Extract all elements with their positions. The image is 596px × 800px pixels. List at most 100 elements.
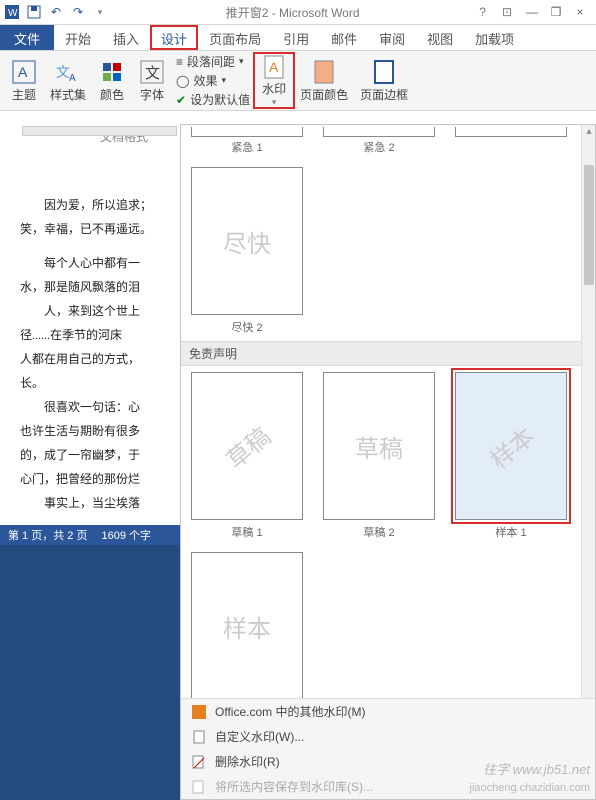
fonts-label: 字体 — [140, 86, 164, 103]
tab-references[interactable]: 引用 — [272, 25, 320, 50]
paragraph-spacing-button[interactable]: ≡段落间距▾ — [176, 53, 250, 70]
word-count[interactable]: 1609 个字 — [101, 527, 151, 543]
thumb-label: 草稿 1 — [191, 524, 303, 540]
menu-label: 将所选内容保存到水印库(S)... — [215, 778, 373, 795]
style-sets-button[interactable]: 文A 样式集 — [44, 53, 92, 108]
themes-icon: A — [10, 58, 38, 86]
tab-layout[interactable]: 页面布局 — [198, 25, 272, 50]
menu-office-watermarks[interactable]: Office.com 中的其他水印(M) — [181, 699, 595, 724]
svg-text:A: A — [18, 64, 28, 80]
fonts-icon: 文 — [138, 58, 166, 86]
remove-icon — [191, 754, 207, 770]
menu-label: 自定义水印(W)... — [215, 728, 304, 745]
svg-text:文: 文 — [145, 65, 160, 82]
doc-line: 人都在用自己的方式， — [20, 349, 174, 369]
source-watermark: jiaocheng.chazidian.com — [470, 782, 590, 794]
menu-label: Office.com 中的其他水印(M) — [215, 703, 365, 720]
doc-line: 的，成了一帘幽梦，于 — [20, 445, 174, 465]
svg-text:A: A — [69, 73, 76, 84]
thumb-cutoff[interactable] — [191, 127, 303, 137]
thumb-label: 紧急 1 — [191, 139, 303, 155]
tab-design[interactable]: 设计 — [150, 25, 198, 50]
document-body[interactable]: 因为爱，所以追求； 笑，幸福，已不再遥远。 每个人心中都有一 水，那是随风飘落的… — [0, 145, 180, 525]
fonts-button[interactable]: 文 字体 — [132, 53, 172, 108]
watermark-icon: A — [260, 54, 288, 80]
watermark-thumb-jinkuai2[interactable]: 尽快 — [191, 167, 303, 315]
ribbon-tabs: 文件 开始 插入 设计 页面布局 引用 邮件 审阅 视图 加载项 — [0, 25, 596, 51]
colors-button[interactable]: 颜色 — [92, 53, 132, 108]
thumb-label: 紧急 2 — [323, 139, 435, 155]
colors-icon — [98, 58, 126, 86]
doc-line: 心门，把曾经的那份烂 — [20, 469, 174, 489]
watermark-thumb-yangben2[interactable]: 样本 — [191, 552, 303, 700]
word-logo-icon: W — [4, 4, 20, 20]
gallery-section-header: 免责声明 — [181, 341, 595, 366]
watermark-button[interactable]: A 水印 ▾ — [254, 53, 294, 108]
doc-line: 水，那是随风飘落的泪 — [20, 277, 174, 297]
source-watermark: 往字 www.jb51.net — [483, 759, 590, 778]
watermark-thumb-caogao1[interactable]: 草稿 — [191, 372, 303, 520]
page-color-icon — [310, 58, 338, 86]
ribbon: A 主题 文A 样式集 颜色 文 字体 ≡段落间距▾ ◯效果▾ ✔设为默认值 A… — [0, 51, 596, 111]
doc-line: 也许生活与期盼有很多 — [20, 421, 174, 441]
thumb-label: 草稿 2 — [323, 524, 435, 540]
scroll-thumb[interactable] — [584, 165, 594, 285]
help-icon[interactable]: ? — [479, 5, 486, 19]
set-default-button[interactable]: ✔设为默认值 — [176, 91, 250, 108]
close-button[interactable]: × — [568, 5, 592, 19]
watermark-gallery: 紧急 1 紧急 2 尽快 尽快 2 免责声明 草稿 草稿 1 草稿 草稿 2 样… — [180, 124, 596, 800]
page-color-button[interactable]: 页面颜色 — [294, 53, 354, 108]
gallery-scrollbar[interactable]: ▴ ▾ — [581, 125, 595, 715]
qat-dropdown-icon[interactable]: ▾ — [92, 4, 108, 20]
tab-view[interactable]: 视图 — [416, 25, 464, 50]
effects-icon: ◯ — [176, 74, 189, 88]
minimize-button[interactable]: — — [520, 5, 544, 19]
menu-label: 删除水印(R) — [215, 753, 280, 770]
themes-button[interactable]: A 主题 — [4, 53, 44, 108]
undo-icon[interactable]: ↶ — [48, 4, 64, 20]
dropdown-icon: ▾ — [272, 97, 277, 108]
tab-home[interactable]: 开始 — [54, 25, 102, 50]
page-borders-icon — [370, 58, 398, 86]
doc-line: 因为爱，所以追求； — [20, 195, 174, 215]
page-indicator[interactable]: 第 1 页，共 2 页 — [8, 527, 87, 543]
colors-label: 颜色 — [100, 86, 124, 103]
tab-addins[interactable]: 加载项 — [464, 25, 525, 50]
thumb-label: 样本 1 — [455, 524, 567, 540]
touch-mode-icon[interactable]: ⊡ — [502, 5, 512, 19]
doc-line: 很喜欢一句话：心 — [20, 397, 174, 417]
redo-icon[interactable]: ↷ — [70, 4, 86, 20]
thumb-cutoff[interactable] — [323, 127, 435, 137]
menu-custom-watermark[interactable]: 自定义水印(W)... — [181, 724, 595, 749]
tab-review[interactable]: 审阅 — [368, 25, 416, 50]
style-sets-icon: 文A — [54, 58, 82, 86]
watermark-preview-text: 草稿 — [355, 429, 403, 464]
status-bar: 第 1 页，共 2 页 1609 个字 — [0, 525, 180, 545]
doc-line: 笑，幸福，已不再遥远。 — [20, 219, 174, 239]
spacing-icon: ≡ — [176, 55, 183, 69]
title-bar: W ↶ ↷ ▾ 推开窗2 - Microsoft Word ? ⊡ — ❐ × — [0, 0, 596, 25]
restore-button[interactable]: ❐ — [544, 5, 568, 19]
scroll-up-icon[interactable]: ▴ — [582, 125, 596, 139]
tab-mailings[interactable]: 邮件 — [320, 25, 368, 50]
watermark-preview-text: 样本 — [223, 609, 271, 644]
thumb-cutoff[interactable] — [455, 127, 567, 137]
tab-file[interactable]: 文件 — [0, 25, 54, 50]
watermark-preview-text: 尽快 — [223, 224, 271, 259]
style-sets-label: 样式集 — [50, 86, 86, 103]
gallery-row: 草稿 草稿 1 草稿 草稿 2 样本 样本 1 — [181, 366, 595, 546]
doc-line: 长。 — [20, 373, 174, 393]
gallery-row: 尽快 尽快 2 — [181, 161, 595, 341]
page-borders-button[interactable]: 页面边框 — [354, 53, 414, 108]
watermark-thumb-caogao2[interactable]: 草稿 — [323, 372, 435, 520]
watermark-preview-text: 草稿 — [217, 417, 276, 475]
office-icon — [191, 704, 207, 720]
empty-background — [0, 545, 180, 800]
horizontal-ruler[interactable] — [22, 126, 177, 136]
thumb-label: 尽快 2 — [191, 319, 303, 335]
tab-insert[interactable]: 插入 — [102, 25, 150, 50]
save-icon[interactable] — [26, 4, 42, 20]
watermark-thumb-yangben1[interactable]: 样本 — [455, 372, 567, 520]
page-icon — [191, 729, 207, 745]
effects-button[interactable]: ◯效果▾ — [176, 72, 250, 89]
